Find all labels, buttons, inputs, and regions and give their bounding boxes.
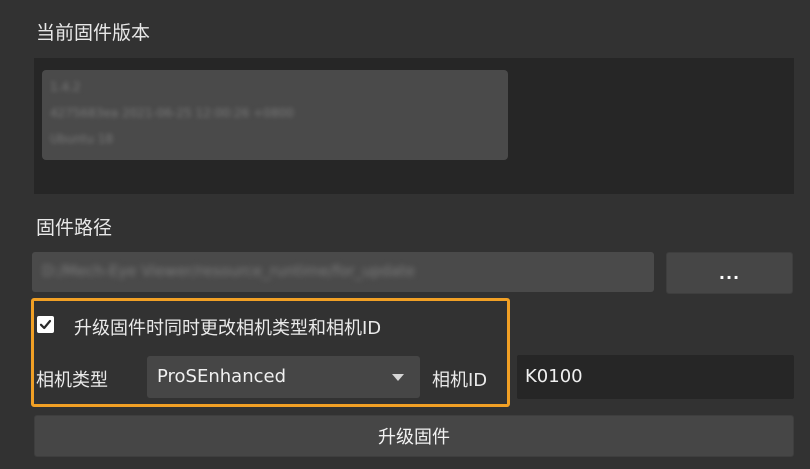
camera-type-value: ProSEnhanced xyxy=(157,366,287,387)
camera-id-label: 相机ID xyxy=(432,370,488,391)
version-line: 1.4.2 xyxy=(50,80,81,94)
chevron-down-icon xyxy=(392,374,404,381)
firmware-path-label: 固件路径 xyxy=(36,217,113,239)
camera-id-value: K0100 xyxy=(525,366,583,387)
change-type-checkbox[interactable] xyxy=(37,316,54,333)
version-line: 4275683ea 2021-06-25 12:00:26 +0800 xyxy=(50,106,294,120)
camera-id-input[interactable]: K0100 xyxy=(517,355,794,399)
upgrade-firmware-button[interactable]: 升级固件 xyxy=(34,415,794,457)
current-version-label: 当前固件版本 xyxy=(36,22,151,44)
version-line: Ubuntu 18 xyxy=(50,132,114,146)
camera-type-select[interactable]: ProSEnhanced xyxy=(147,356,420,398)
camera-type-label: 相机类型 xyxy=(36,370,108,391)
firmware-upgrade-panel: 当前固件版本 1.4.2 4275683ea 2021-06-25 12:00:… xyxy=(0,0,810,469)
checkmark-icon xyxy=(39,319,52,330)
change-type-checkbox-label[interactable]: 升级固件时同时更改相机类型和相机ID xyxy=(74,314,381,340)
firmware-path-value: D:/Mech-Eye Viewer/resource_runtime/for_… xyxy=(42,262,415,280)
browse-button[interactable]: ... xyxy=(666,252,793,294)
version-info-blurred: 1.4.2 4275683ea 2021-06-25 12:00:26 +080… xyxy=(42,70,508,160)
version-info-box: 1.4.2 4275683ea 2021-06-25 12:00:26 +080… xyxy=(34,58,794,194)
firmware-path-input[interactable]: D:/Mech-Eye Viewer/resource_runtime/for_… xyxy=(32,252,654,292)
